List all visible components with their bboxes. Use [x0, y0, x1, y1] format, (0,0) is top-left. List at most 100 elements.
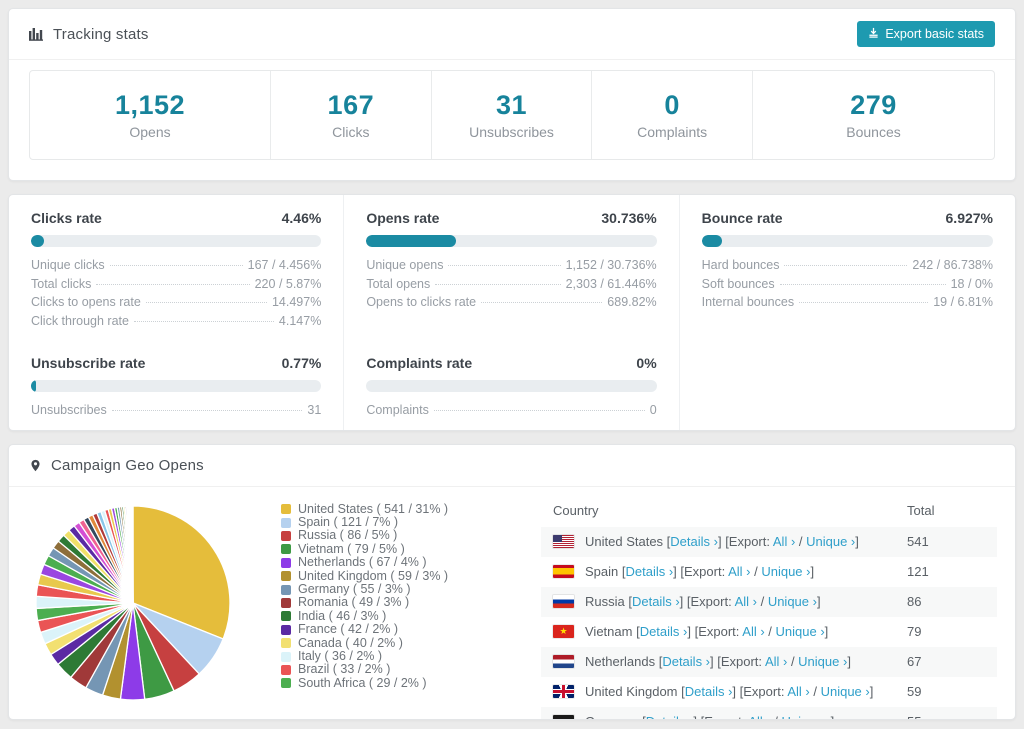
export-basic-stats-button[interactable]: Export basic stats: [857, 21, 995, 47]
legend-chip-italy: [281, 651, 291, 662]
tracking-stats-title: Tracking stats: [29, 26, 149, 43]
rate-row-label: Clicks to opens rate: [31, 295, 141, 309]
export-unique-link-vietnam[interactable]: Unique ›: [776, 624, 825, 639]
legend-label: Russia ( 86 / 5% ): [298, 528, 398, 543]
export-basic-stats-label: Export basic stats: [885, 27, 984, 41]
legend-item-romania: Romania ( 49 / 3% ): [281, 595, 527, 610]
rate-row-soft-bounces: Soft bounces 18 / 0%: [702, 275, 993, 294]
rate-row-total-clicks: Total clicks 220 / 5.87%: [31, 275, 321, 294]
export-all-link-germany[interactable]: All ›: [748, 714, 770, 719]
export-unique-link-united-states[interactable]: Unique ›: [806, 534, 855, 549]
legend-label: Brazil ( 33 / 2% ): [298, 662, 391, 677]
flag-united-states-icon: [553, 535, 574, 548]
legend-item-italy: Italy ( 36 / 2% ): [281, 648, 527, 663]
geo-header: Campaign Geo Opens: [9, 445, 1015, 487]
flag-netherlands-icon: [553, 655, 574, 668]
export-all-link-united-states[interactable]: All ›: [773, 534, 795, 549]
legend-chip-netherlands: [281, 557, 291, 568]
rate-row-label: Total clicks: [31, 276, 92, 291]
geo-country-cell: Russia [Details ›] [Export: All › / Uniq…: [585, 594, 907, 609]
link-separator: /: [809, 684, 821, 699]
export-all-link-russia[interactable]: All ›: [735, 594, 757, 609]
legend-label: Spain ( 121 / 7% ): [298, 514, 399, 529]
dotted-leader: [109, 265, 243, 266]
geo-title-text: Campaign Geo Opens: [51, 456, 204, 474]
rate-row-value: 18 / 0%: [950, 276, 993, 291]
export-unique-link-netherlands[interactable]: Unique ›: [798, 654, 847, 669]
rate-block-clicks-rate: Clicks rate 4.46% Unique clicks 167 / 4.456…: [9, 195, 345, 340]
dotted-leader: [133, 320, 274, 322]
stat-label-opens: Opens: [129, 124, 171, 140]
geo-table-row-netherlands: Netherlands [Details ›] [Export: All › /…: [541, 646, 997, 677]
geo-table: Country Total United States [Details ›] …: [541, 495, 997, 719]
legend-item-vietnam: Vietnam ( 79 / 5% ): [281, 542, 527, 556]
link-separator: /: [764, 624, 776, 639]
export-unique-link-russia[interactable]: Unique ›: [768, 594, 817, 609]
rate-row-opens-to-clicks-rate: Opens to clicks rate 689.82%: [366, 293, 656, 312]
legend-item-brazil: Brazil ( 33 / 2% ): [281, 662, 527, 677]
legend-item-united-states: United States ( 541 / 31% ): [281, 502, 527, 516]
export-all-link-spain[interactable]: All ›: [728, 564, 750, 579]
legend-chip-south-africa: [281, 678, 291, 689]
rate-row-label: Total opens: [366, 276, 431, 291]
details-link-netherlands[interactable]: Details ›: [662, 654, 710, 669]
details-link-germany[interactable]: Details ›: [646, 714, 694, 719]
rates-panel: Clicks rate 4.46% Unique clicks 167 / 4.456…: [8, 194, 1016, 431]
geo-total-cell: 541: [907, 534, 929, 549]
rate-row-value: 4.147%: [278, 313, 322, 328]
export-all-link-netherlands[interactable]: All ›: [765, 654, 787, 669]
bracket-close: ]: [810, 564, 815, 579]
rate-row-value: 2,303 / 61.446%: [565, 276, 657, 291]
legend-label: Italy ( 36 / 2% ): [298, 648, 383, 663]
rate-row-label: Click through rate: [31, 313, 129, 328]
rate-head-complaints-rate: Complaints rate 0%: [366, 355, 656, 371]
geo-country-cell: United States [Details ›] [Export: All ›…: [585, 534, 907, 549]
rate-row-value: 14.497%: [271, 295, 322, 309]
export-unique-link-spain[interactable]: Unique ›: [761, 564, 810, 579]
dotted-leader: [145, 302, 267, 303]
details-link-united-kingdom[interactable]: Details ›: [685, 684, 733, 699]
stat-value-complaints: 0: [664, 90, 680, 120]
dotted-leader: [779, 283, 946, 285]
legend-chip-united-states: [281, 504, 291, 515]
legend-label: Romania ( 49 / 3% ): [298, 595, 410, 610]
legend-item-germany: Germany ( 55 / 3% ): [281, 582, 527, 596]
legend-item-netherlands: Netherlands ( 67 / 4% ): [281, 555, 527, 569]
details-link-vietnam[interactable]: Details ›: [640, 624, 688, 639]
export-all-link-united-kingdom[interactable]: All ›: [787, 684, 809, 699]
stat-label-complaints: Complaints: [637, 124, 708, 140]
rate-block-unsubscribe-rate: Unsubscribe rate 0.77% Unsubscribes 31: [9, 340, 345, 430]
stat-card-complaints: 0 Complaints: [592, 71, 753, 159]
rate-title: Unsubscribe rate: [31, 355, 146, 371]
export-unique-link-germany[interactable]: Unique ›: [782, 714, 831, 719]
legend-chip-france: [281, 624, 291, 635]
rate-title: Bounce rate: [701, 210, 783, 226]
legend-chip-canada: [281, 638, 291, 649]
campaign-geo-opens-panel: Campaign Geo Opens United States ( 541 /…: [8, 443, 1016, 720]
geo-table-header: Country Total: [541, 495, 997, 527]
stat-value-opens: 1,152: [114, 90, 186, 120]
flag-spain-icon: [553, 565, 574, 578]
geo-country-name: United States [: [585, 534, 671, 549]
rate-row-label: Unsubscribes: [31, 403, 107, 417]
rate-progress-fill: [31, 380, 36, 392]
dotted-leader: [784, 265, 908, 266]
bracket-close: ]: [847, 654, 851, 669]
details-link-united-states[interactable]: Details ›: [670, 534, 718, 549]
details-link-spain[interactable]: Details ›: [625, 564, 673, 579]
legend-chip-spain: [281, 517, 291, 528]
details-link-russia[interactable]: Details ›: [632, 594, 680, 609]
rate-value: 4.46%: [281, 210, 322, 226]
export-unique-link-united-kingdom[interactable]: Unique ›: [821, 684, 870, 699]
rate-head-clicks-rate: Clicks rate 4.46%: [31, 210, 321, 226]
bracket-close: ]: [824, 624, 829, 639]
link-separator: /: [795, 534, 807, 549]
rate-row-value: 167 / 4.456%: [247, 258, 322, 272]
rate-block-opens-rate: Opens rate 30.736% Unique opens 1,152 / 30.…: [344, 195, 680, 340]
rate-progress-fill: [701, 235, 722, 247]
rate-row-unique-opens: Unique opens 1,152 / 30.736%: [366, 256, 656, 275]
bracket-close: ]: [869, 684, 874, 699]
geo-table-row-united-states: United States [Details ›] [Export: All ›…: [541, 526, 997, 557]
export-all-link-vietnam[interactable]: All ›: [742, 624, 764, 639]
flag-russia-icon: [553, 595, 574, 608]
